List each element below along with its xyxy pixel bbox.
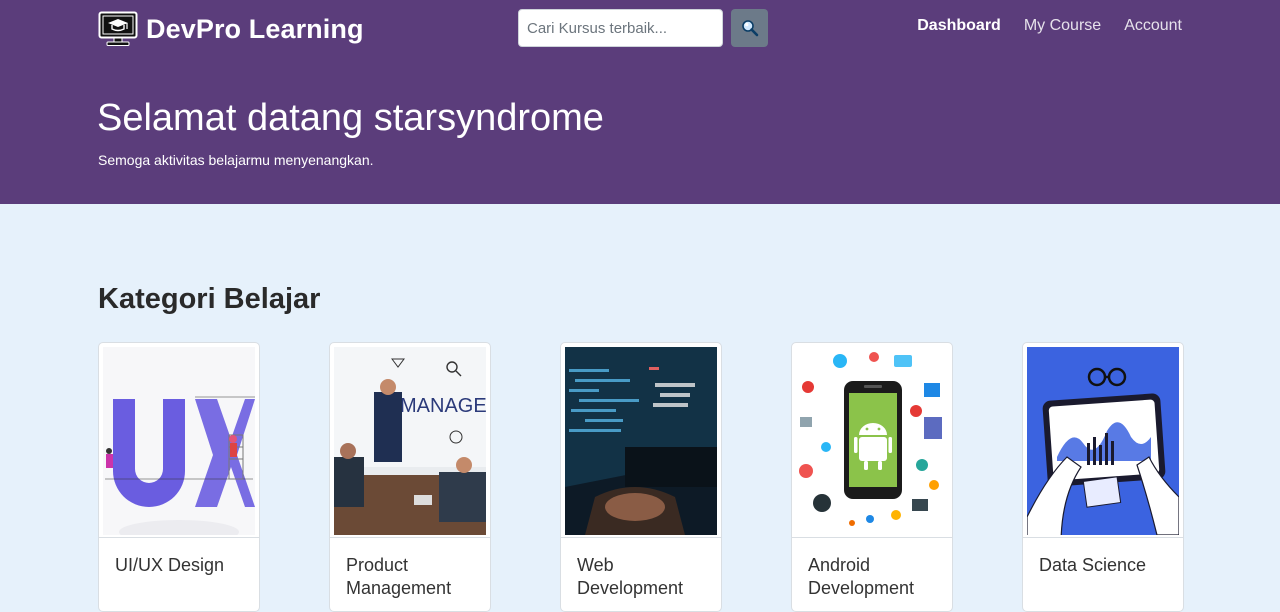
- nav-links: Dashboard My Course Account: [917, 17, 1182, 35]
- navbar: DevPro Learning Dashboard My Course Acco…: [0, 0, 1280, 56]
- search-form: [518, 9, 768, 47]
- brand-name: DevPro Learning: [146, 13, 364, 44]
- hero-header: DevPro Learning Dashboard My Course Acco…: [0, 0, 1280, 204]
- data-science-illustration: [1027, 347, 1179, 535]
- svg-text:MANAGEM: MANAGEM: [400, 395, 486, 417]
- category-card-product-management[interactable]: MANAGEM Product Management: [329, 342, 491, 612]
- section-title: Kategori Belajar: [98, 283, 321, 315]
- monitor-graduation-icon: [98, 11, 138, 46]
- category-card-data-science[interactable]: Data Science: [1022, 342, 1184, 612]
- android-development-illustration: [796, 347, 948, 535]
- magnifier-icon: [741, 20, 758, 37]
- welcome-title: Selamat datang starsyndrome: [97, 97, 604, 139]
- category-title: Product Management: [346, 555, 452, 598]
- category-title: Data Science: [1039, 555, 1147, 575]
- nav-link-dashboard[interactable]: Dashboard: [917, 17, 1001, 35]
- category-title: Android Development: [808, 555, 915, 598]
- web-development-photo: [565, 347, 717, 535]
- nav-link-account[interactable]: Account: [1124, 17, 1182, 35]
- category-card-web-development[interactable]: Web Development: [560, 342, 722, 612]
- category-card-uiux[interactable]: UI/UX Design: [98, 342, 260, 612]
- search-button[interactable]: [731, 9, 768, 47]
- category-title: UI/UX Design: [115, 555, 225, 575]
- search-input[interactable]: [518, 9, 723, 47]
- nav-link-my-course[interactable]: My Course: [1024, 17, 1101, 35]
- product-management-photo: MANAGEM: [334, 347, 486, 535]
- uiux-illustration: [103, 347, 255, 535]
- welcome-subtitle: Semoga aktivitas belajarmu menyenangkan.: [98, 152, 374, 168]
- category-card-android-development[interactable]: Android Development: [791, 342, 953, 612]
- category-title: Web Development: [577, 555, 684, 598]
- brand-link[interactable]: DevPro Learning: [98, 11, 364, 47]
